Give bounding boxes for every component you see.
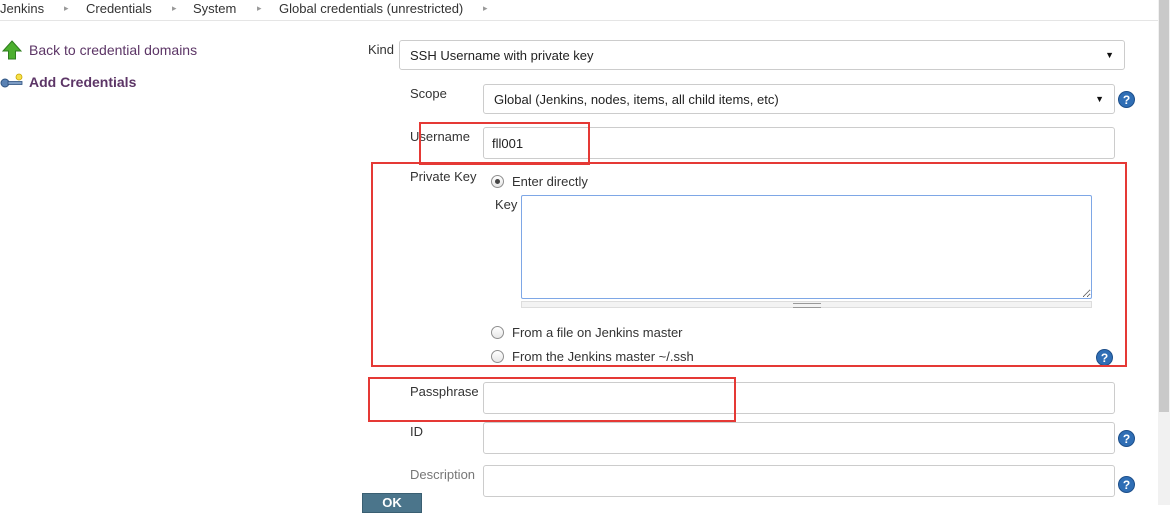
back-link-label[interactable]: Back to credential domains (29, 42, 197, 58)
breadcrumb-global-credentials[interactable]: Global credentials (unrestricted) (279, 1, 463, 16)
ok-button[interactable]: OK (362, 493, 422, 513)
breadcrumb-separator-icon[interactable]: ▸ (64, 3, 69, 14)
breadcrumb-separator-icon[interactable]: ▸ (257, 3, 262, 14)
back-to-credential-domains-link[interactable]: Back to credential domains (1, 40, 197, 60)
dropdown-arrow-icon: ▼ (1095, 94, 1104, 104)
scope-select-value: Global (Jenkins, nodes, items, all child… (494, 91, 779, 107)
passphrase-field[interactable] (483, 382, 1115, 414)
from-ssh-label: From the Jenkins master ~/.ssh (512, 349, 694, 364)
private-key-enter-directly-option[interactable]: Enter directly (491, 174, 588, 189)
add-credentials-link[interactable]: Add Credentials (0, 72, 136, 92)
username-field[interactable] (483, 127, 1115, 159)
breadcrumb-jenkins[interactable]: Jenkins (0, 1, 44, 16)
breadcrumb-system[interactable]: System (193, 1, 236, 16)
radio-from-file[interactable] (491, 326, 504, 339)
breadcrumb: Jenkins ▸ Credentials ▸ System ▸ Global … (0, 0, 1158, 21)
breadcrumb-separator-icon[interactable]: ▸ (483, 3, 488, 14)
passphrase-label: Passphrase (410, 384, 479, 399)
radio-from-ssh[interactable] (491, 350, 504, 363)
private-key-from-file-option[interactable]: From a file on Jenkins master (491, 325, 683, 340)
id-field[interactable] (483, 422, 1115, 454)
id-help-icon[interactable]: ? (1118, 430, 1135, 447)
private-key-help-icon[interactable]: ? (1096, 349, 1113, 366)
private-key-label: Private Key (410, 169, 477, 184)
key-icon (0, 72, 24, 92)
private-key-from-ssh-option[interactable]: From the Jenkins master ~/.ssh (491, 349, 694, 364)
breadcrumb-credentials[interactable]: Credentials (86, 1, 152, 16)
scope-label: Scope (410, 86, 447, 101)
dropdown-arrow-icon: ▼ (1105, 50, 1114, 60)
description-label: Description (410, 467, 476, 482)
textarea-resize-handle[interactable] (521, 301, 1092, 308)
username-label: Username (410, 129, 470, 144)
kind-label: Kind (368, 42, 395, 57)
up-arrow-icon (1, 40, 23, 60)
scope-help-icon[interactable]: ? (1118, 91, 1135, 108)
kind-select-value: SSH Username with private key (410, 47, 594, 63)
enter-directly-label: Enter directly (512, 174, 588, 189)
scope-select[interactable]: Global (Jenkins, nodes, items, all child… (483, 84, 1115, 114)
page-scrollbar[interactable] (1158, 0, 1170, 505)
from-file-label: From a file on Jenkins master (512, 325, 683, 340)
id-label: ID (410, 424, 423, 439)
scrollbar-thumb[interactable] (1159, 0, 1169, 412)
kind-select[interactable]: SSH Username with private key ▼ (399, 40, 1125, 70)
description-help-icon[interactable]: ? (1118, 476, 1135, 493)
add-credentials-label[interactable]: Add Credentials (29, 74, 136, 90)
radio-enter-directly[interactable] (491, 175, 504, 188)
description-field[interactable] (483, 465, 1115, 497)
private-key-textarea[interactable] (521, 195, 1092, 299)
key-label: Key (495, 197, 518, 212)
breadcrumb-separator-icon[interactable]: ▸ (172, 3, 177, 14)
